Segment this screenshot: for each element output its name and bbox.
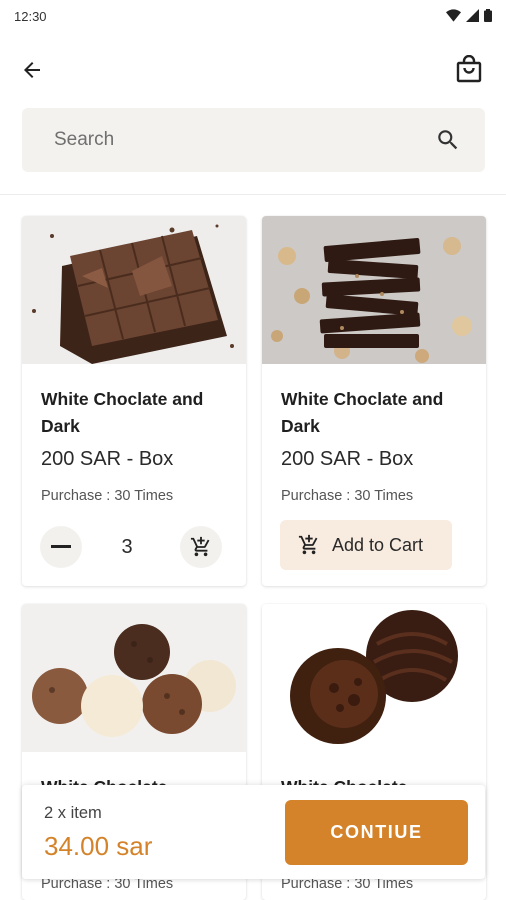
battery-icon [484, 9, 492, 22]
shopping-bag-icon [456, 55, 482, 83]
add-to-cart-button[interactable]: Add to Cart [280, 520, 452, 570]
product-title: White Choclate and Dark [281, 389, 444, 436]
search-bar [22, 108, 485, 172]
add-shopping-cart-icon [298, 534, 318, 555]
product-image [262, 604, 486, 752]
divider [0, 194, 506, 195]
shopping-bag-button[interactable] [452, 52, 486, 86]
checkout-bar: 2 x item 34.00 sar CONTIUE [22, 785, 485, 879]
product-image [22, 604, 246, 752]
product-title: White Choclate and Dark [41, 389, 204, 436]
app-bar [0, 46, 506, 94]
arrow-back-icon [24, 62, 40, 78]
cart-total: 34.00 sar [44, 831, 153, 861]
product-image [262, 216, 486, 364]
cart-item-count: 2 x item [44, 804, 102, 822]
signal-icon [466, 9, 479, 22]
status-icons [446, 9, 492, 22]
status-bar: 12:30 [0, 0, 506, 34]
status-time: 12:30 [14, 9, 47, 24]
add-to-cart-label: Add to Cart [332, 534, 424, 555]
quantity-value: 3 [121, 536, 133, 558]
search-input[interactable] [54, 108, 414, 172]
continue-button[interactable]: CONTIUE [285, 800, 468, 865]
product-image [22, 216, 246, 364]
wifi-icon [446, 9, 461, 22]
product-price: 200 SAR - Box [41, 448, 174, 470]
product-price: 200 SAR - Box [281, 448, 414, 470]
product-card[interactable]: White Choclate and Dark 200 SAR - Box Pu… [262, 216, 486, 586]
add-cart-icon-button[interactable] [180, 526, 222, 568]
purchase-count: Purchase : 30 Times [41, 488, 174, 504]
purchase-count: Purchase : 30 Times [281, 488, 414, 504]
product-card[interactable]: White Choclate and Dark 200 SAR - Box Pu… [22, 216, 246, 586]
search-icon[interactable] [435, 127, 461, 153]
quantity-stepper: 3 [40, 526, 230, 568]
add-shopping-cart-icon [190, 536, 210, 557]
decrease-button[interactable] [40, 526, 82, 568]
back-button[interactable] [16, 54, 48, 86]
minus-icon [51, 545, 71, 548]
